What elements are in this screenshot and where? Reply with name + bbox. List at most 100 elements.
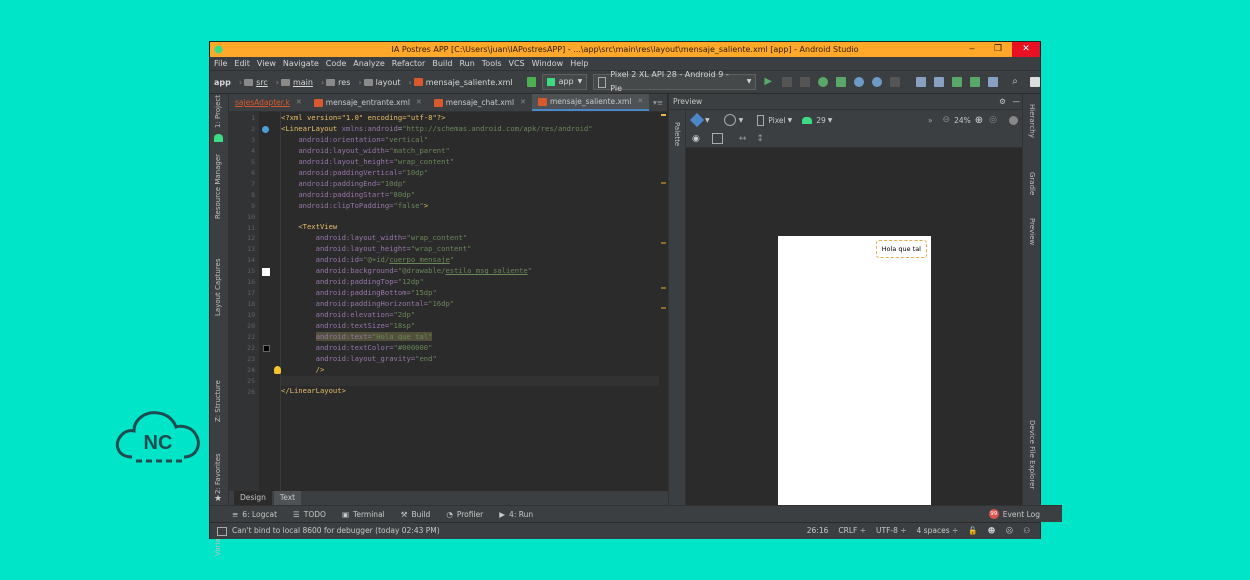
- line-separator[interactable]: CRLF ÷: [838, 523, 866, 539]
- code-area[interactable]: 1 2 3 4 5 6 7 8 9 10 11 12 13 14 15 16 17 18 19 20 21 22 23 24 2…: [229, 112, 667, 491]
- blueprint-icon[interactable]: [711, 133, 723, 144]
- tab-overflow-icon[interactable]: ▾≡: [653, 94, 667, 111]
- layout-inspector-icon[interactable]: [988, 77, 999, 87]
- toggle-toolwindows-icon[interactable]: [217, 527, 227, 536]
- breadcrumb-src[interactable]: src: [244, 78, 268, 87]
- breadcrumb-layout[interactable]: layout: [363, 78, 401, 87]
- notifications-icon[interactable]: ⚇: [1023, 523, 1030, 539]
- vertical-resize-icon[interactable]: ↕: [756, 134, 764, 144]
- sdk-manager-icon[interactable]: [970, 77, 981, 87]
- tool-resource-manager[interactable]: Resource Manager: [214, 154, 222, 219]
- tool-event-log[interactable]: 99 Event Log: [988, 509, 1040, 519]
- tool-logcat[interactable]: ≡ 6: Logcat: [232, 510, 277, 519]
- tab-design[interactable]: Design: [234, 491, 272, 505]
- tool-layout-captures[interactable]: Layout Captures: [214, 258, 222, 316]
- tab-mensaje-chat[interactable]: mensaje_chat.xml ✕: [428, 94, 532, 111]
- tool-hierarchy[interactable]: Hierarchy: [1028, 104, 1036, 138]
- status-message[interactable]: Can't bind to local 8600 for debugger (t…: [232, 523, 440, 539]
- zoom-in-icon[interactable]: ⊕: [975, 115, 983, 126]
- minimize-button[interactable]: ‒: [960, 42, 984, 57]
- menu-file[interactable]: File: [214, 57, 227, 70]
- run-config-dropdown[interactable]: app ▼: [541, 74, 588, 90]
- apply-changes-icon[interactable]: [782, 77, 793, 87]
- avd-manager-icon[interactable]: [952, 77, 963, 87]
- device-dropdown[interactable]: Pixel 2 XL API 28 - Android 9 - Pie ▼: [593, 70, 757, 93]
- breadcrumb-main[interactable]: main: [280, 78, 313, 87]
- tool-device-file-explorer[interactable]: Device File Explorer: [1028, 420, 1036, 489]
- design-surface-icon[interactable]: [689, 112, 705, 128]
- breadcrumb-file[interactable]: mensaje_saliente.xml: [413, 78, 513, 87]
- color-swatch-icon[interactable]: [263, 345, 270, 352]
- info-icon[interactable]: [1009, 115, 1018, 125]
- hide-icon[interactable]: —: [1013, 94, 1021, 109]
- tool-profiler[interactable]: ◔ Profiler: [446, 510, 483, 519]
- horizontal-resize-icon[interactable]: ↔: [739, 134, 747, 144]
- tool-structure[interactable]: Z: Structure: [214, 380, 222, 422]
- zoom-fit-icon[interactable]: ◎: [989, 115, 997, 125]
- maximize-button[interactable]: ❐: [986, 42, 1010, 57]
- error-stripe[interactable]: [661, 242, 666, 244]
- api-selector[interactable]: 29: [816, 116, 826, 125]
- menu-vcs[interactable]: VCS: [509, 57, 525, 70]
- menu-help[interactable]: Help: [570, 57, 588, 70]
- sync-gradle-icon[interactable]: [916, 77, 927, 87]
- account-icon[interactable]: [1030, 77, 1041, 87]
- close-button[interactable]: ✕: [1012, 42, 1040, 57]
- tool-build[interactable]: ⚒ Build: [401, 510, 431, 519]
- project-structure-icon[interactable]: [934, 77, 945, 87]
- gear-icon[interactable]: ⚙: [999, 94, 1006, 109]
- feedback-icon[interactable]: ☹: [1005, 523, 1013, 539]
- design-canvas[interactable]: Hola que tal: [686, 148, 1024, 521]
- menu-edit[interactable]: Edit: [234, 57, 250, 70]
- device-selector[interactable]: Pixel: [768, 116, 785, 125]
- tool-favorites[interactable]: 2: Favorites: [214, 453, 222, 494]
- breadcrumb-app[interactable]: app: [214, 78, 231, 87]
- tool-gradle[interactable]: Gradle: [1028, 172, 1036, 195]
- inspector-icon[interactable]: ☻: [988, 523, 996, 539]
- more-icon[interactable]: »: [928, 116, 933, 125]
- hammer-icon[interactable]: [526, 77, 536, 87]
- eye-icon[interactable]: ◉: [692, 134, 700, 144]
- error-stripe[interactable]: [661, 182, 666, 184]
- tool-project[interactable]: 1: Project: [214, 95, 222, 128]
- debug-icon[interactable]: [818, 77, 829, 87]
- breadcrumb-res[interactable]: res: [326, 78, 350, 87]
- stop-icon[interactable]: [890, 77, 901, 87]
- tool-preview[interactable]: Preview: [1028, 218, 1036, 245]
- menu-navigate[interactable]: Navigate: [283, 57, 319, 70]
- tool-todo[interactable]: ☰ TODO: [293, 510, 326, 519]
- tab-adapter[interactable]: sajesAdapter.k ✕: [229, 94, 308, 111]
- coverage-icon[interactable]: [836, 77, 847, 87]
- caret-position[interactable]: 26:16: [807, 523, 829, 539]
- warning-stripe[interactable]: [661, 114, 666, 116]
- menu-tools[interactable]: Tools: [482, 57, 502, 70]
- tool-run[interactable]: ▶ 4: Run: [499, 510, 533, 519]
- menu-build[interactable]: Build: [432, 57, 452, 70]
- tool-terminal[interactable]: ▣ Terminal: [342, 510, 385, 519]
- lock-icon[interactable]: 🔓: [968, 523, 977, 539]
- indent-setting[interactable]: 4 spaces ÷: [917, 523, 959, 539]
- tab-mensaje-saliente[interactable]: mensaje_saliente.xml ✕: [531, 94, 650, 111]
- menu-window[interactable]: Window: [532, 57, 564, 70]
- menu-code[interactable]: Code: [326, 57, 346, 70]
- color-swatch-icon[interactable]: [262, 268, 270, 276]
- orientation-icon[interactable]: [723, 114, 736, 126]
- tab-text[interactable]: Text: [273, 491, 302, 505]
- menu-analyze[interactable]: Analyze: [353, 57, 385, 70]
- zoom-out-icon[interactable]: ⊖: [943, 115, 951, 125]
- file-encoding[interactable]: UTF-8 ÷: [876, 523, 907, 539]
- class-marker-icon[interactable]: [262, 126, 269, 133]
- profile-icon[interactable]: [854, 77, 865, 87]
- message-bubble-preview[interactable]: Hola que tal: [875, 240, 927, 258]
- run-icon[interactable]: ▶: [764, 77, 774, 87]
- menu-run[interactable]: Run: [459, 57, 474, 70]
- menu-view[interactable]: View: [257, 57, 276, 70]
- attach-debugger-icon[interactable]: [872, 77, 883, 87]
- tab-mensaje-entrante[interactable]: mensaje_entrante.xml ✕: [308, 94, 428, 111]
- restart-icon[interactable]: [800, 77, 811, 87]
- error-stripe[interactable]: [661, 307, 666, 309]
- search-icon[interactable]: ⌕: [1012, 77, 1022, 87]
- menu-refactor[interactable]: Refactor: [392, 57, 426, 70]
- lightbulb-icon[interactable]: [274, 366, 281, 374]
- error-stripe[interactable]: [661, 287, 666, 289]
